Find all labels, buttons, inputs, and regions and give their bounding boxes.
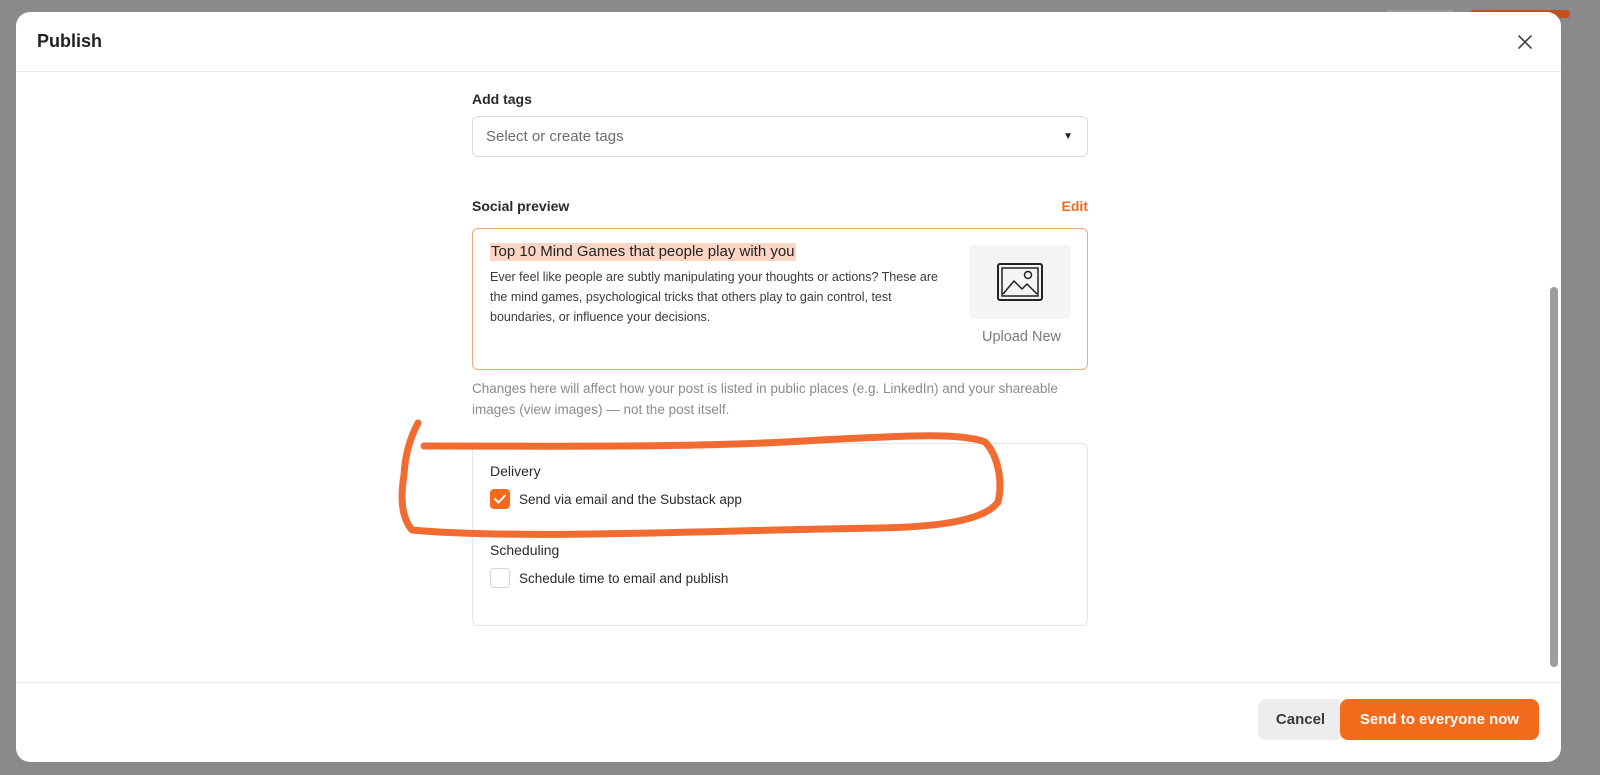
delivery-options-card: Delivery Send via email and the Substack… xyxy=(472,443,1088,626)
modal-header: Publish xyxy=(16,12,1561,72)
checkmark-icon xyxy=(494,494,506,504)
edit-social-preview-link[interactable]: Edit xyxy=(1062,198,1088,214)
caret-down-icon: ▼ xyxy=(1063,131,1073,142)
delivery-option-label: Send via email and the Substack app xyxy=(519,491,742,507)
social-preview-card: Top 10 Mind Games that people play with … xyxy=(472,228,1088,370)
publish-modal: Publish Add tags Select or create tags ▼… xyxy=(16,12,1561,762)
tags-label: Add tags xyxy=(472,91,532,107)
preview-title: Top 10 Mind Games that people play with … xyxy=(490,243,796,261)
image-placeholder-icon xyxy=(997,263,1043,301)
scheduling-option[interactable]: Schedule time to email and publish xyxy=(490,568,1070,588)
delivery-label: Delivery xyxy=(490,463,541,479)
close-icon xyxy=(1518,34,1532,49)
delivery-checkbox[interactable] xyxy=(490,489,510,509)
tags-placeholder: Select or create tags xyxy=(486,128,624,145)
preview-description: Ever feel like people are subtly manipul… xyxy=(490,270,938,324)
send-to-everyone-button[interactable]: Send to everyone now xyxy=(1340,699,1539,740)
modal-footer: Cancel Send to everyone now xyxy=(16,682,1561,762)
social-preview-helper-text: Changes here will affect how your post i… xyxy=(472,381,1058,417)
upload-new-button[interactable]: Upload New xyxy=(982,329,1061,345)
scheduling-option-label: Schedule time to email and publish xyxy=(519,570,729,586)
scheduling-checkbox[interactable] xyxy=(490,568,510,588)
modal-title: Publish xyxy=(37,31,103,51)
cancel-button[interactable]: Cancel xyxy=(1258,699,1343,740)
tags-select[interactable]: Select or create tags ▼ xyxy=(472,116,1088,157)
delivery-option[interactable]: Send via email and the Substack app xyxy=(490,489,1070,509)
preview-image-box[interactable] xyxy=(969,245,1071,319)
scheduling-label: Scheduling xyxy=(490,542,560,558)
close-button[interactable] xyxy=(1511,28,1539,56)
social-preview-label: Social preview xyxy=(472,198,570,214)
scrollbar[interactable] xyxy=(1550,287,1558,667)
